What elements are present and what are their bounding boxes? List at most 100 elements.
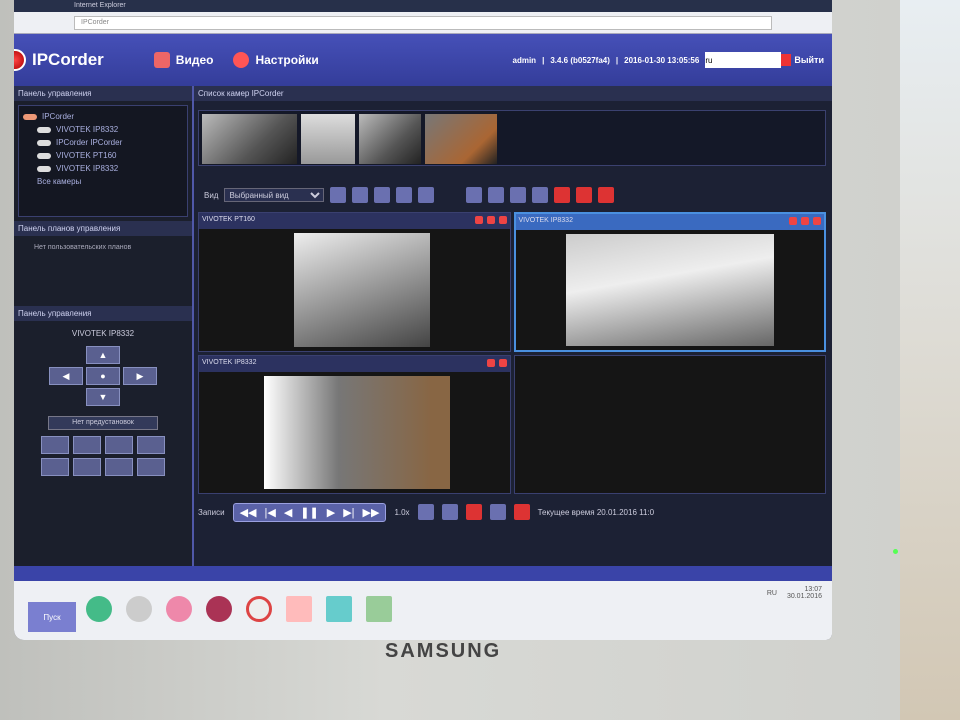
camera-thumbnail[interactable] <box>359 114 421 164</box>
help-icon[interactable] <box>513 504 530 520</box>
nav-video[interactable]: Видео <box>153 52 213 68</box>
play-button[interactable]: ▶ <box>327 506 335 519</box>
export-icon[interactable] <box>465 504 482 520</box>
record-icon[interactable] <box>474 216 483 224</box>
snapshot-icon[interactable] <box>489 504 506 520</box>
calendar-icon[interactable] <box>598 187 615 203</box>
close-icon[interactable] <box>498 216 507 224</box>
next-button[interactable]: ▶| <box>343 506 354 519</box>
tree-item-all[interactable]: Все камеры <box>23 175 183 188</box>
auto-focus-button[interactable] <box>105 458 133 476</box>
video-cell[interactable]: VIVOTEK IP8332 <box>513 212 826 352</box>
exit-button[interactable]: Выйти <box>781 54 824 66</box>
clock[interactable]: 13:07 30.01.2016 <box>787 586 822 600</box>
iris-open-button[interactable] <box>41 458 69 476</box>
camera-icon <box>37 152 51 159</box>
main-area: Список камер IPCorder Вид Выбранный вид … <box>192 86 832 566</box>
prev-button[interactable]: |◀ <box>264 506 275 519</box>
app-header: IPCorder Видео Настройки admin | 3.4.6 (b… <box>14 34 832 86</box>
camera-thumbnail[interactable] <box>202 114 297 164</box>
camera-thumbnail[interactable] <box>425 114 497 164</box>
step-back-button[interactable]: ◀ <box>284 506 292 519</box>
record-icon[interactable] <box>789 217 797 225</box>
camera-icon <box>37 126 51 133</box>
explorer-icon[interactable] <box>126 596 152 622</box>
grid-16-icon[interactable] <box>532 187 549 203</box>
network-icon[interactable] <box>326 596 352 622</box>
pause-button[interactable]: ❚❚ <box>300 506 318 519</box>
zoom-in-button[interactable] <box>41 436 69 454</box>
tree-item[interactable]: VIVOTEK IP8332 <box>23 123 183 136</box>
ptz-home-button[interactable]: ● <box>86 367 120 385</box>
ptz-up-button[interactable]: ▲ <box>86 346 120 364</box>
record-icon[interactable] <box>486 358 495 367</box>
language-indicator[interactable]: RU <box>767 590 777 597</box>
ptz-icon[interactable] <box>486 216 495 224</box>
ptz-left-button[interactable]: ◀ <box>49 367 83 385</box>
firefox-icon[interactable] <box>206 596 232 622</box>
search-icon[interactable] <box>417 504 434 520</box>
logo-text: IPCorder <box>32 50 104 69</box>
preset-select[interactable]: Нет предустановок <box>48 416 158 430</box>
power-led <box>893 549 898 554</box>
view-select[interactable]: Выбранный вид <box>224 188 325 202</box>
browser-tab[interactable]: Internet Explorer <box>14 0 832 12</box>
grid-9-icon[interactable] <box>510 187 527 203</box>
ptz-icon[interactable] <box>801 217 809 225</box>
view-toolbar: Вид Выбранный вид <box>198 182 826 208</box>
text-icon[interactable] <box>554 187 571 203</box>
browser-chrome: Internet Explorer IPCorder <box>14 0 832 34</box>
tree-item[interactable]: VIVOTEK IP8332 <box>23 162 183 175</box>
close-icon[interactable] <box>813 217 821 225</box>
video-cell[interactable] <box>513 354 826 494</box>
version: 3.4.6 (b0527fa4) <box>550 55 610 65</box>
ptz-buttons <box>22 436 184 476</box>
chrome-icon[interactable] <box>246 596 272 622</box>
fast-forward-button[interactable]: ▶▶ <box>363 506 380 519</box>
ie-icon[interactable] <box>86 596 112 622</box>
delete-icon[interactable] <box>418 187 435 203</box>
rewind-button[interactable]: ◀◀ <box>240 506 257 519</box>
maps-empty-text: Нет пользовательских планов <box>34 244 132 251</box>
address-bar[interactable]: IPCorder <box>74 16 772 30</box>
refresh-icon[interactable] <box>330 187 347 203</box>
system-tray: RU 13:07 30.01.2016 <box>767 586 822 600</box>
video-cell[interactable]: VIVOTEK IP8332 <box>198 354 511 494</box>
app-icon[interactable] <box>286 596 312 622</box>
zoom-icon[interactable] <box>441 504 458 520</box>
focus-far-button[interactable] <box>137 436 165 454</box>
grid-1-icon[interactable] <box>466 187 483 203</box>
view-label: Вид <box>204 190 219 200</box>
grid-4-icon[interactable] <box>488 187 505 203</box>
start-button[interactable]: Пуск <box>28 602 76 632</box>
ptz-camera-name: VIVOTEK IP8332 <box>71 329 135 338</box>
tree-root[interactable]: IPCorder <box>23 110 183 123</box>
iris-close-button[interactable] <box>73 458 101 476</box>
taskbar: Пуск RU 13:07 30.01.2016 <box>14 566 832 640</box>
language-input[interactable] <box>705 52 782 68</box>
datetime: 2016-01-30 13:05:56 <box>624 55 700 65</box>
header-info: admin | 3.4.6 (b0527fa4) | 2016-01-30 13:0… <box>513 52 782 68</box>
background-wall <box>900 0 960 720</box>
camera-thumbnail[interactable] <box>301 114 355 164</box>
media-icon[interactable] <box>166 596 192 622</box>
tree-item[interactable]: IPCorder IPCorder <box>23 136 183 149</box>
save-icon[interactable] <box>396 187 413 203</box>
layout-icon[interactable] <box>352 187 369 203</box>
alert-icon[interactable] <box>374 187 391 203</box>
close-icon[interactable] <box>498 358 507 367</box>
playback-speed[interactable]: 1.0x <box>394 508 409 517</box>
ptz-extra-button[interactable] <box>137 458 165 476</box>
cell-title: VIVOTEK IP8332 <box>202 358 257 366</box>
zoom-out-button[interactable] <box>73 436 101 454</box>
ptz-down-button[interactable]: ▼ <box>86 388 120 406</box>
tool-icon[interactable] <box>366 596 392 622</box>
ptz-panel-title: Панель управления <box>14 306 192 321</box>
tree-item[interactable]: VIVOTEK PT160 <box>23 149 183 162</box>
settings-icon <box>233 52 250 68</box>
nav-settings[interactable]: Настройки <box>233 52 319 68</box>
video-cell[interactable]: VIVOTEK PT160 <box>198 212 511 352</box>
fullscreen-icon[interactable] <box>576 187 593 203</box>
focus-near-button[interactable] <box>105 436 133 454</box>
ptz-right-button[interactable]: ▶ <box>123 367 157 385</box>
